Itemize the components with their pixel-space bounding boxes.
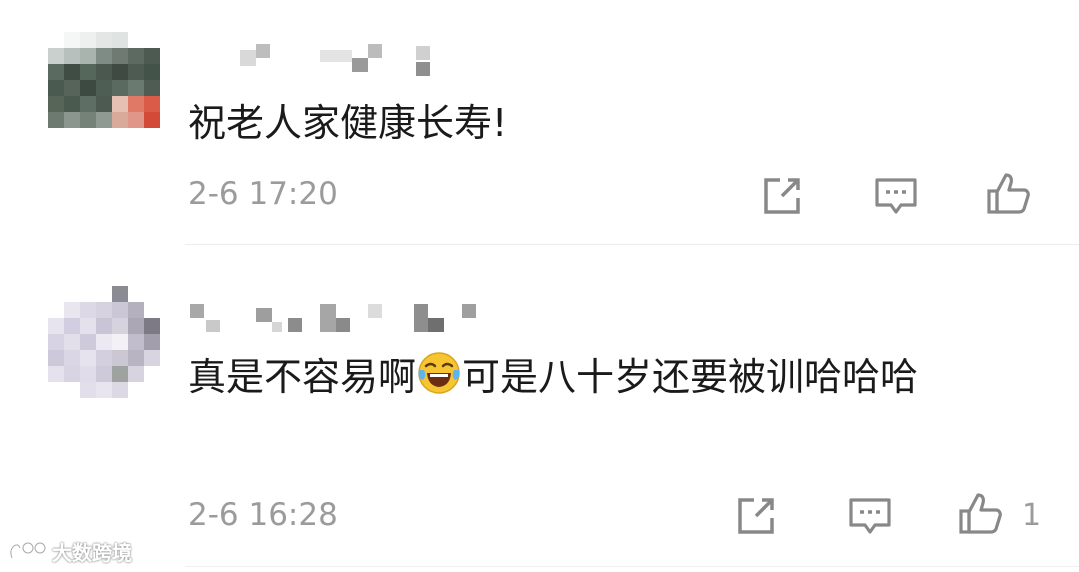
comment-timestamp: 2-6 16:28 — [188, 497, 338, 533]
comment-item: 真是不容易啊 可是八十岁还要被训哈哈哈 2-6 16:28 1 — [0, 0, 1079, 534]
avatar[interactable] — [48, 286, 160, 398]
laughing-tears-emoji — [418, 352, 460, 394]
comment-text: 真是不容易啊 可是八十岁还要被训哈哈哈 — [188, 346, 1028, 408]
comment-text-part: 可是八十岁还要被训哈哈哈 — [462, 355, 919, 399]
watermark-text: 大数跨境 — [52, 540, 132, 565]
thumbs-up-icon[interactable] — [956, 490, 1004, 538]
watermark: 大数跨境 — [8, 536, 132, 566]
divider — [185, 566, 1079, 567]
watermark-logo-icon — [9, 541, 47, 560]
edit-icon[interactable] — [732, 492, 780, 540]
comment-text-part: 真是不容易啊 — [188, 355, 417, 399]
reply-icon[interactable] — [846, 492, 894, 540]
username-blurred[interactable] — [190, 300, 490, 332]
like-count: 1 — [1022, 498, 1042, 533]
